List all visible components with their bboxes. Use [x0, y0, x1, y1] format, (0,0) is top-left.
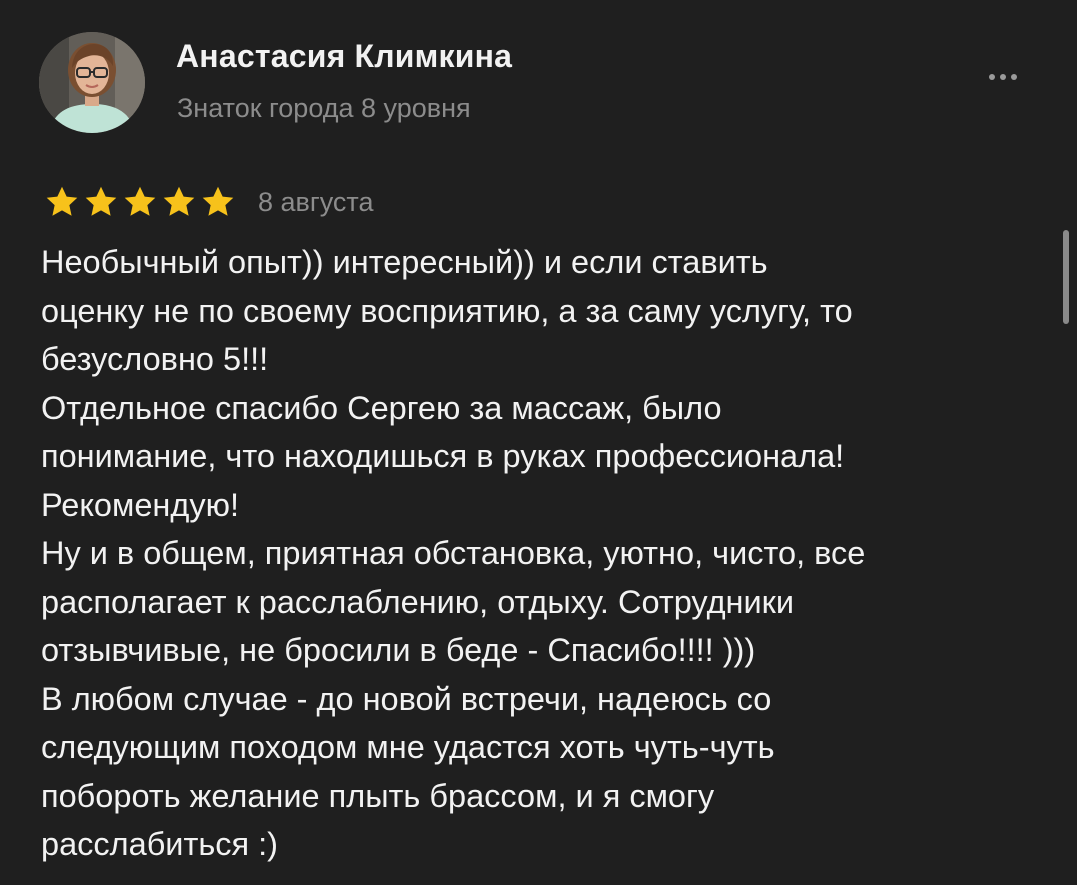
author-level: Знаток города 8 уровня — [177, 93, 471, 123]
review-text-line: оценку не по своему восприятию, а за сам… — [41, 292, 853, 329]
rating-stars — [44, 184, 236, 220]
author-name[interactable]: Анастасия Климкина — [176, 38, 512, 75]
review-text-line: побороть желание плыть брассом, и я смог… — [41, 777, 715, 814]
more-horizontal-icon — [989, 74, 995, 80]
star-icon — [85, 186, 117, 216]
star-icon — [46, 186, 78, 216]
review-text-line: Необычный опыт)) интересный)) и если ста… — [41, 244, 768, 280]
review-date: 8 августа — [258, 186, 374, 217]
review-text: Необычный опыт)) интересный)) и если ста… — [41, 238, 1051, 869]
user-photo-avatar-icon — [39, 32, 145, 133]
review-text-line: отзывчивые, не бросили в беде - Спасибо!… — [41, 632, 756, 668]
review-text-line: следующим походом мне удастся хоть чуть-… — [41, 729, 775, 765]
more-options-button[interactable] — [980, 62, 1026, 92]
star-icon — [163, 186, 195, 216]
scrollbar-thumb[interactable] — [1063, 230, 1069, 324]
more-horizontal-icon-dot — [1011, 74, 1017, 80]
review-text-line: располагает к расслаблению, отдыху. Сотр… — [41, 583, 795, 620]
star-icon — [124, 186, 156, 216]
review-text-line: понимание, что находишься в руках профес… — [41, 438, 845, 474]
author-avatar[interactable] — [39, 32, 145, 133]
rating-row: 8 августа — [44, 182, 374, 222]
review-text-line: В любом случае - до новой встречи, надею… — [41, 680, 772, 717]
star-icon — [202, 186, 234, 216]
review-text-line: безусловно 5!!! — [41, 341, 269, 377]
review-text-line: Отдельное спасибо Сергею за массаж, было — [41, 389, 722, 426]
review-card: Анастасия Климкина Знаток города 8 уровн… — [0, 0, 1077, 885]
review-text-line: Ну и в общем, приятная обстановка, уютно… — [41, 535, 866, 571]
review-text-line: Рекомендую! — [41, 486, 239, 523]
review-text-line: расслабиться :) — [41, 826, 279, 862]
more-horizontal-icon-dot — [1000, 74, 1006, 80]
